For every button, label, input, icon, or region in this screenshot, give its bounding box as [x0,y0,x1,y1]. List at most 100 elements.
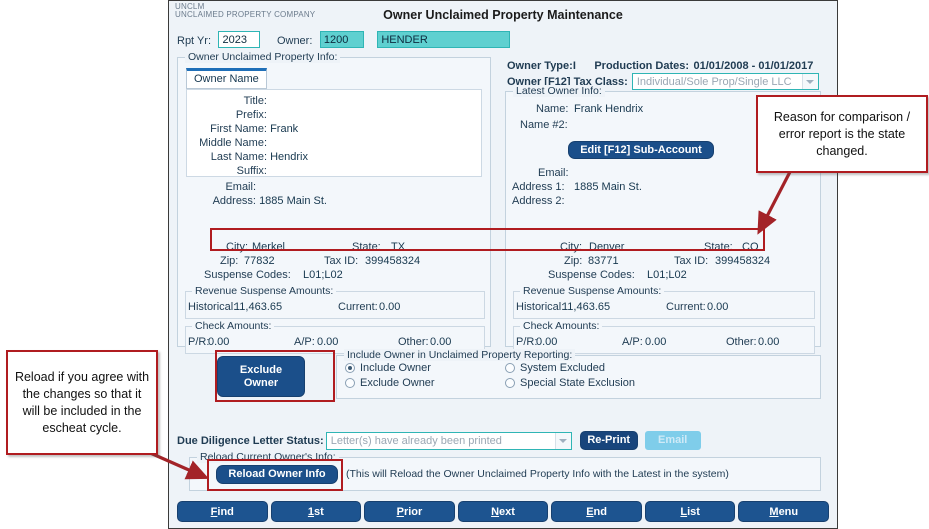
production-dates-value: 01/01/2008 - 01/01/2017 [693,60,814,72]
right-state-value: CO [742,241,759,253]
left-city-value: Merkel [252,241,286,253]
email-button: Email [644,431,701,450]
reload-owner-info-button[interactable]: Reload Owner Info [216,465,338,484]
nav-list-rest: ist [687,505,700,518]
right-name2-label: Name #2: [520,119,568,131]
radio-system-excluded[interactable]: System Excluded [505,362,635,374]
right-zip-value: 83771 [588,255,619,267]
radio-include-owner[interactable]: Include Owner [345,362,435,374]
left-suspense-row: Suspense Codes: L01;L02 [186,268,482,282]
nav-menu-accel: M [769,505,779,518]
nav-end-rest: nd [593,505,607,518]
field-title: Title: [187,94,481,108]
re-print-button[interactable]: Re-Print [579,431,638,450]
left-zip-label: Zip: [220,255,239,267]
due-diligence-row: Due Diligence Letter Status: Letter(s) h… [177,431,701,450]
field-last-name: Last Name: Hendrix [187,150,481,164]
field-title-label: Title: [243,95,267,107]
reload-current-owner-group: Reload Current Owner's Info: Reload Owne… [189,451,821,491]
right-zip-taxid-row: Zip: 83771 Tax ID: 399458324 [512,254,812,268]
nav-end-button[interactable]: End [551,501,642,522]
right-taxid-value: 399458324 [715,255,771,267]
left-check-row: P/R: 0.00 A/P: 0.00 Other: 0.00 [186,335,484,349]
reload-hint-text: (This will Reload the Owner Unclaimed Pr… [346,468,729,480]
tax-class-select[interactable]: Individual/Sole Prop/Single LLC [631,73,819,90]
right-zip-label: Zip: [564,255,583,267]
exclude-owner-button[interactable]: Exclude Owner [217,356,305,397]
tab-owner-name[interactable]: Owner Name [186,68,267,89]
radio-exclude-owner-dot[interactable] [345,378,355,388]
left-state-label: State: [352,241,381,253]
callout-state-changed: Reason for comparison / error report is … [756,95,928,173]
radio-special-state-exclusion[interactable]: Special State Exclusion [505,377,635,389]
right-address1-label: Address 1: [512,181,565,193]
owner-type-row: Owner Type:I Production Dates: 01/01/200… [507,56,813,74]
exclude-owner-button-line1: Exclude [239,363,283,376]
owner-name-input[interactable]: HENDER [377,31,511,49]
radio-exclude-owner[interactable]: Exclude Owner [345,377,435,389]
right-ap-value: 0.00 [645,336,667,348]
right-city-value: Denver [589,241,625,253]
nav-end-accel: E [586,505,594,518]
field-suffix: Suffix: [187,164,481,178]
nav-menu-rest: enu [778,505,799,518]
right-current-value: 0.00 [707,301,729,313]
left-zip-taxid-row: Zip: 77832 Tax ID: 399458324 [186,254,482,268]
exclude-owner-button-line2: Owner [243,376,279,389]
tab-strip: Owner Name [186,68,267,89]
left-ap-label: A/P: [294,336,315,348]
right-check-group-title: Check Amounts: [520,320,603,332]
field-first-name-value: Frank [270,123,299,135]
right-city-label: City: [560,241,582,253]
due-diligence-status-select[interactable]: Letter(s) have already been printed [325,431,572,450]
radio-special-state-exclusion-label: Special State Exclusion [520,377,635,389]
nav-next-button[interactable]: Next [457,501,549,522]
field-first-name-label: First Name: [210,123,267,135]
nav-prior-accel: P [396,505,404,518]
nav-find-button[interactable]: Find [177,501,268,522]
radio-system-excluded-dot[interactable] [505,363,515,373]
edit-sub-account-button[interactable]: Edit [F12] Sub-Account [568,141,714,159]
nav-list-accel: L [680,505,688,518]
left-taxid-label: Tax ID: [324,255,359,267]
left-state-value: TX [391,241,406,253]
field-middle-name-label: Middle Name: [199,137,267,149]
chevron-down-icon-status[interactable] [554,432,571,449]
nav-list-button[interactable]: List [644,501,736,522]
right-address1-value: 1885 Main St. [574,181,642,193]
radio-system-excluded-label: System Excluded [520,362,605,374]
left-historical-label: Historical: [188,301,237,313]
left-suspense-value: L01;L02 [303,269,343,281]
window-title: Owner Unclaimed Property Maintenance [383,8,623,22]
nav-find-accel: F [210,505,218,518]
left-suspense-label: Suspense Codes: [204,269,291,281]
right-group-title: Latest Owner Info: [513,85,605,97]
right-city-state-row: City: Denver State: CO [512,240,812,254]
right-revenue-row: Historical: 11,463.65 Current: 0.00 [514,300,814,314]
left-email-label: Email: [225,181,256,193]
field-last-name-label: Last Name: [210,151,267,163]
production-dates-label: Production Dates: [594,60,690,72]
left-zip-value: 77832 [244,255,275,267]
nav-first-button[interactable]: 1st [270,501,362,522]
owner-number-input[interactable]: 1200 [319,31,364,49]
left-other-value: 0.00 [430,336,452,348]
radio-special-state-exclusion-dot[interactable] [505,378,515,388]
field-first-name: First Name: Frank [187,122,481,136]
reporting-group: Include Owner in Unclaimed Property Repo… [336,349,821,399]
radio-include-owner-dot[interactable] [345,363,355,373]
radio-include-owner-label: Include Owner [360,362,431,374]
chevron-down-icon[interactable] [801,74,818,89]
nav-prior-button[interactable]: Prior [364,501,455,522]
right-revenue-group-title: Revenue Suspense Amounts: [520,285,665,297]
right-address2-label: Address 2: [512,195,565,207]
right-email-label: Email: [538,167,569,179]
left-current-value: 0.00 [379,301,401,313]
nav-menu-button[interactable]: Menu [738,501,830,522]
right-check-row: P/R: 0.00 A/P: 0.00 Other: 0.00 [514,335,814,349]
right-historical-label: Historical: [516,301,565,313]
tax-class-selected-value: Individual/Sole Prop/Single LLC [636,75,792,88]
nav-prior-rest: rior [403,505,423,518]
rpt-year-input[interactable]: 2023 [218,31,261,49]
title-bar: UNCLM UNCLAIMED PROPERTY COMPANY Owner U… [169,1,837,29]
